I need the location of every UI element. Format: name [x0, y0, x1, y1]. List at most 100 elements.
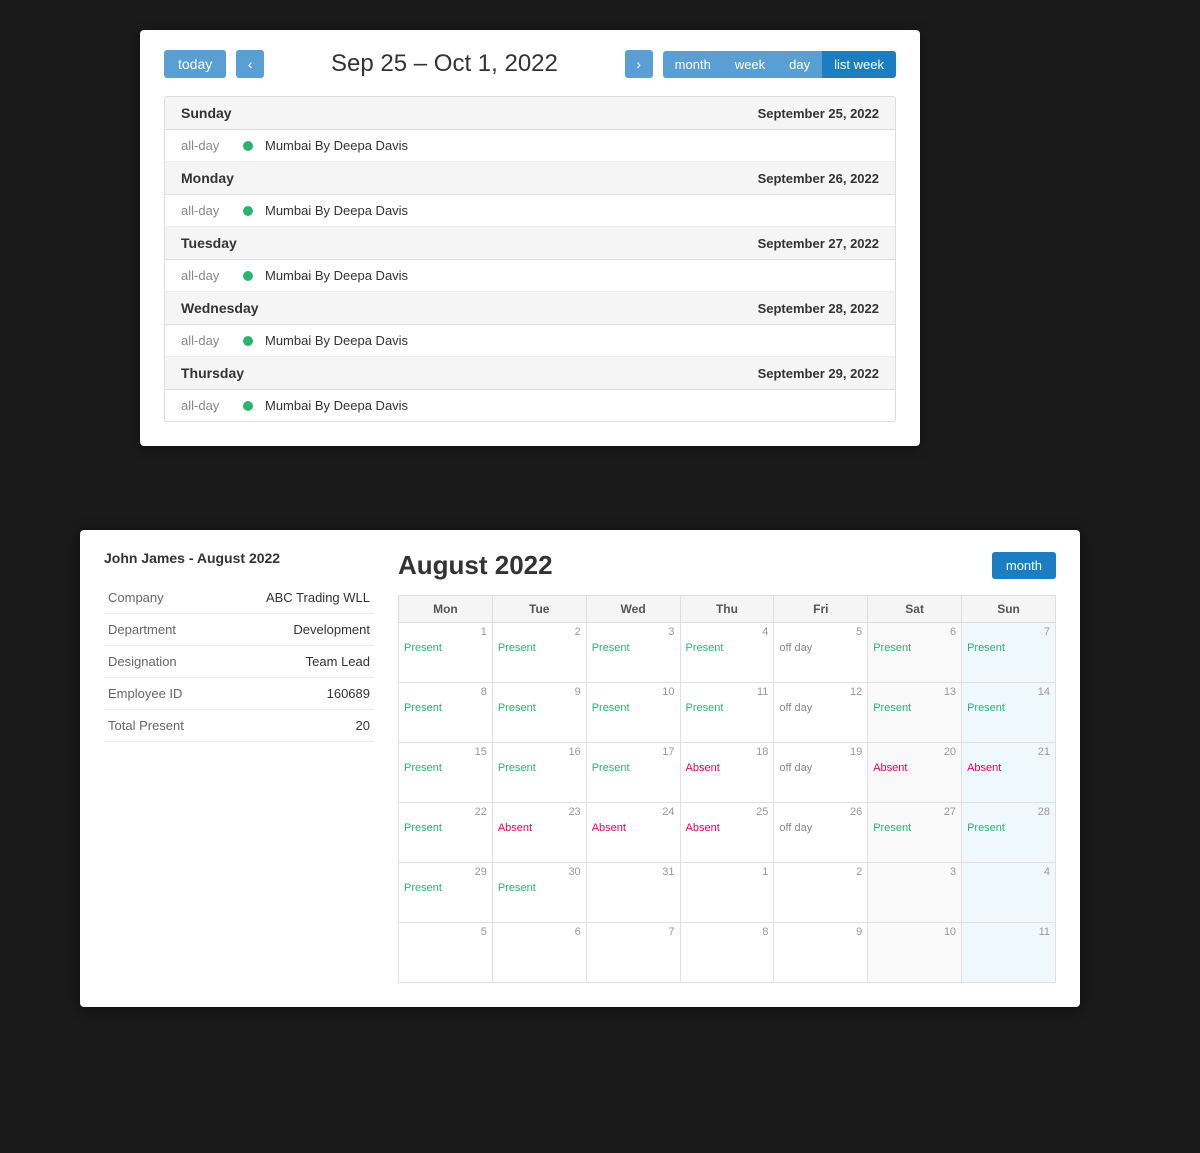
event-time: all-day — [181, 333, 231, 348]
calendar-cell: 1Present — [399, 623, 493, 683]
calendar-cell: 5 — [399, 923, 493, 983]
info-row: Company ABC Trading WLL — [104, 582, 374, 614]
day-status: Present — [873, 702, 911, 714]
calendar-cell: 26 off day — [774, 803, 868, 863]
day-name: Wednesday — [181, 300, 259, 316]
day-number: 20 — [873, 746, 956, 758]
calendar-cell: 10 Present — [586, 683, 680, 743]
employee-info-panel: John James - August 2022 Company ABC Tra… — [104, 550, 374, 983]
event-title: Mumbai By Deepa Davis — [265, 268, 408, 283]
day-status: Present — [967, 642, 1005, 654]
calendar-cell: 2 — [774, 863, 868, 923]
day-number: 2 — [498, 626, 581, 638]
calendar-cell: 15Present — [399, 743, 493, 803]
day-date: September 28, 2022 — [758, 301, 879, 316]
day-number: 12 — [779, 686, 862, 698]
day-number: 15 — [404, 746, 487, 758]
calendar-cell: 7 — [586, 923, 680, 983]
day-status: off day — [779, 642, 812, 654]
monthly-calendar-table: MonTueWedThuFriSatSun1Present2Present3Pr… — [398, 595, 1056, 983]
calendar-cell: 7Present — [962, 623, 1056, 683]
day-number: 2 — [779, 866, 862, 878]
event-dot — [243, 206, 253, 216]
month-view-button[interactable]: month — [663, 51, 723, 78]
view-buttons: month week day list week — [663, 51, 896, 78]
day-number: 29 — [404, 866, 487, 878]
calendar-cell: 22Present — [399, 803, 493, 863]
day-header: Wednesday September 28, 2022 — [165, 292, 895, 325]
info-value: Development — [220, 614, 374, 646]
info-row: Employee ID 160689 — [104, 678, 374, 710]
day-status: Present — [592, 762, 630, 774]
list-week-view-button[interactable]: list week — [822, 51, 896, 78]
day-name: Monday — [181, 170, 234, 186]
day-number: 8 — [404, 686, 487, 698]
day-number: 14 — [967, 686, 1050, 698]
calendar-cell: 14Present — [962, 683, 1056, 743]
prev-nav-button[interactable]: ‹ — [236, 50, 264, 78]
day-date: September 27, 2022 — [758, 236, 879, 251]
day-name: Sunday — [181, 105, 232, 121]
calendar-cell: 8Present — [399, 683, 493, 743]
calendar-cell: 23Absent — [492, 803, 586, 863]
cal-col-header: Mon — [399, 596, 493, 623]
date-range-title: Sep 25 – Oct 1, 2022 — [274, 50, 614, 78]
event-row: all-day Mumbai By Deepa Davis — [165, 260, 895, 292]
cal-col-header: Fri — [774, 596, 868, 623]
info-row: Total Present 20 — [104, 710, 374, 742]
event-time: all-day — [181, 398, 231, 413]
calendar-cell: 16Present — [492, 743, 586, 803]
day-status: Present — [404, 822, 442, 834]
calendar-cell: 24Absent — [586, 803, 680, 863]
calendar-cell: 3 — [868, 863, 962, 923]
calendar-cell: 21Absent — [962, 743, 1056, 803]
cal-col-header: Sun — [962, 596, 1056, 623]
table-row: 8Present9Present10Present11Present12off … — [399, 683, 1056, 743]
next-nav-button[interactable]: › — [625, 50, 653, 78]
day-number: 6 — [498, 926, 581, 938]
day-status: Absent — [967, 762, 1001, 774]
calendar-cell: 6 — [492, 923, 586, 983]
calendar-month-title: August 2022 — [398, 550, 553, 581]
day-number: 1 — [686, 866, 769, 878]
month-button[interactable]: month — [992, 552, 1056, 579]
day-status: Absent — [873, 762, 907, 774]
day-name: Thursday — [181, 365, 244, 381]
week-view-button[interactable]: week — [723, 51, 777, 78]
day-number: 10 — [873, 926, 956, 938]
calendar-cell: 27 Present — [868, 803, 962, 863]
calendar-cell: 10 — [868, 923, 962, 983]
day-status: off day — [779, 822, 812, 834]
day-number: 7 — [592, 926, 675, 938]
event-dot — [243, 401, 253, 411]
day-name: Tuesday — [181, 235, 237, 251]
day-number: 9 — [498, 686, 581, 698]
day-number: 26 — [779, 806, 862, 818]
day-number: 27 — [873, 806, 956, 818]
day-status: Present — [873, 642, 911, 654]
event-row: all-day Mumbai By Deepa Davis — [165, 195, 895, 227]
day-status: Present — [592, 702, 630, 714]
event-dot — [243, 141, 253, 151]
today-button[interactable]: today — [164, 50, 226, 78]
calendar-cell: 5off day — [774, 623, 868, 683]
day-status: Present — [686, 702, 724, 714]
calendar-cell: 30Present — [492, 863, 586, 923]
day-status: Present — [873, 822, 911, 834]
day-number: 1 — [404, 626, 487, 638]
day-number: 10 — [592, 686, 675, 698]
info-label: Total Present — [104, 710, 220, 742]
info-label: Designation — [104, 646, 220, 678]
calendar-cell: 12off day — [774, 683, 868, 743]
cal-col-header: Thu — [680, 596, 774, 623]
event-title: Mumbai By Deepa Davis — [265, 333, 408, 348]
info-label: Department — [104, 614, 220, 646]
day-view-button[interactable]: day — [777, 51, 822, 78]
table-row: 29Present30Present311234 — [399, 863, 1056, 923]
event-row: all-day Mumbai By Deepa Davis — [165, 390, 895, 421]
day-number: 4 — [686, 626, 769, 638]
day-date: September 25, 2022 — [758, 106, 879, 121]
event-dot — [243, 336, 253, 346]
employee-info-table: Company ABC Trading WLL Department Devel… — [104, 582, 374, 742]
calendar-cell: 17Present — [586, 743, 680, 803]
